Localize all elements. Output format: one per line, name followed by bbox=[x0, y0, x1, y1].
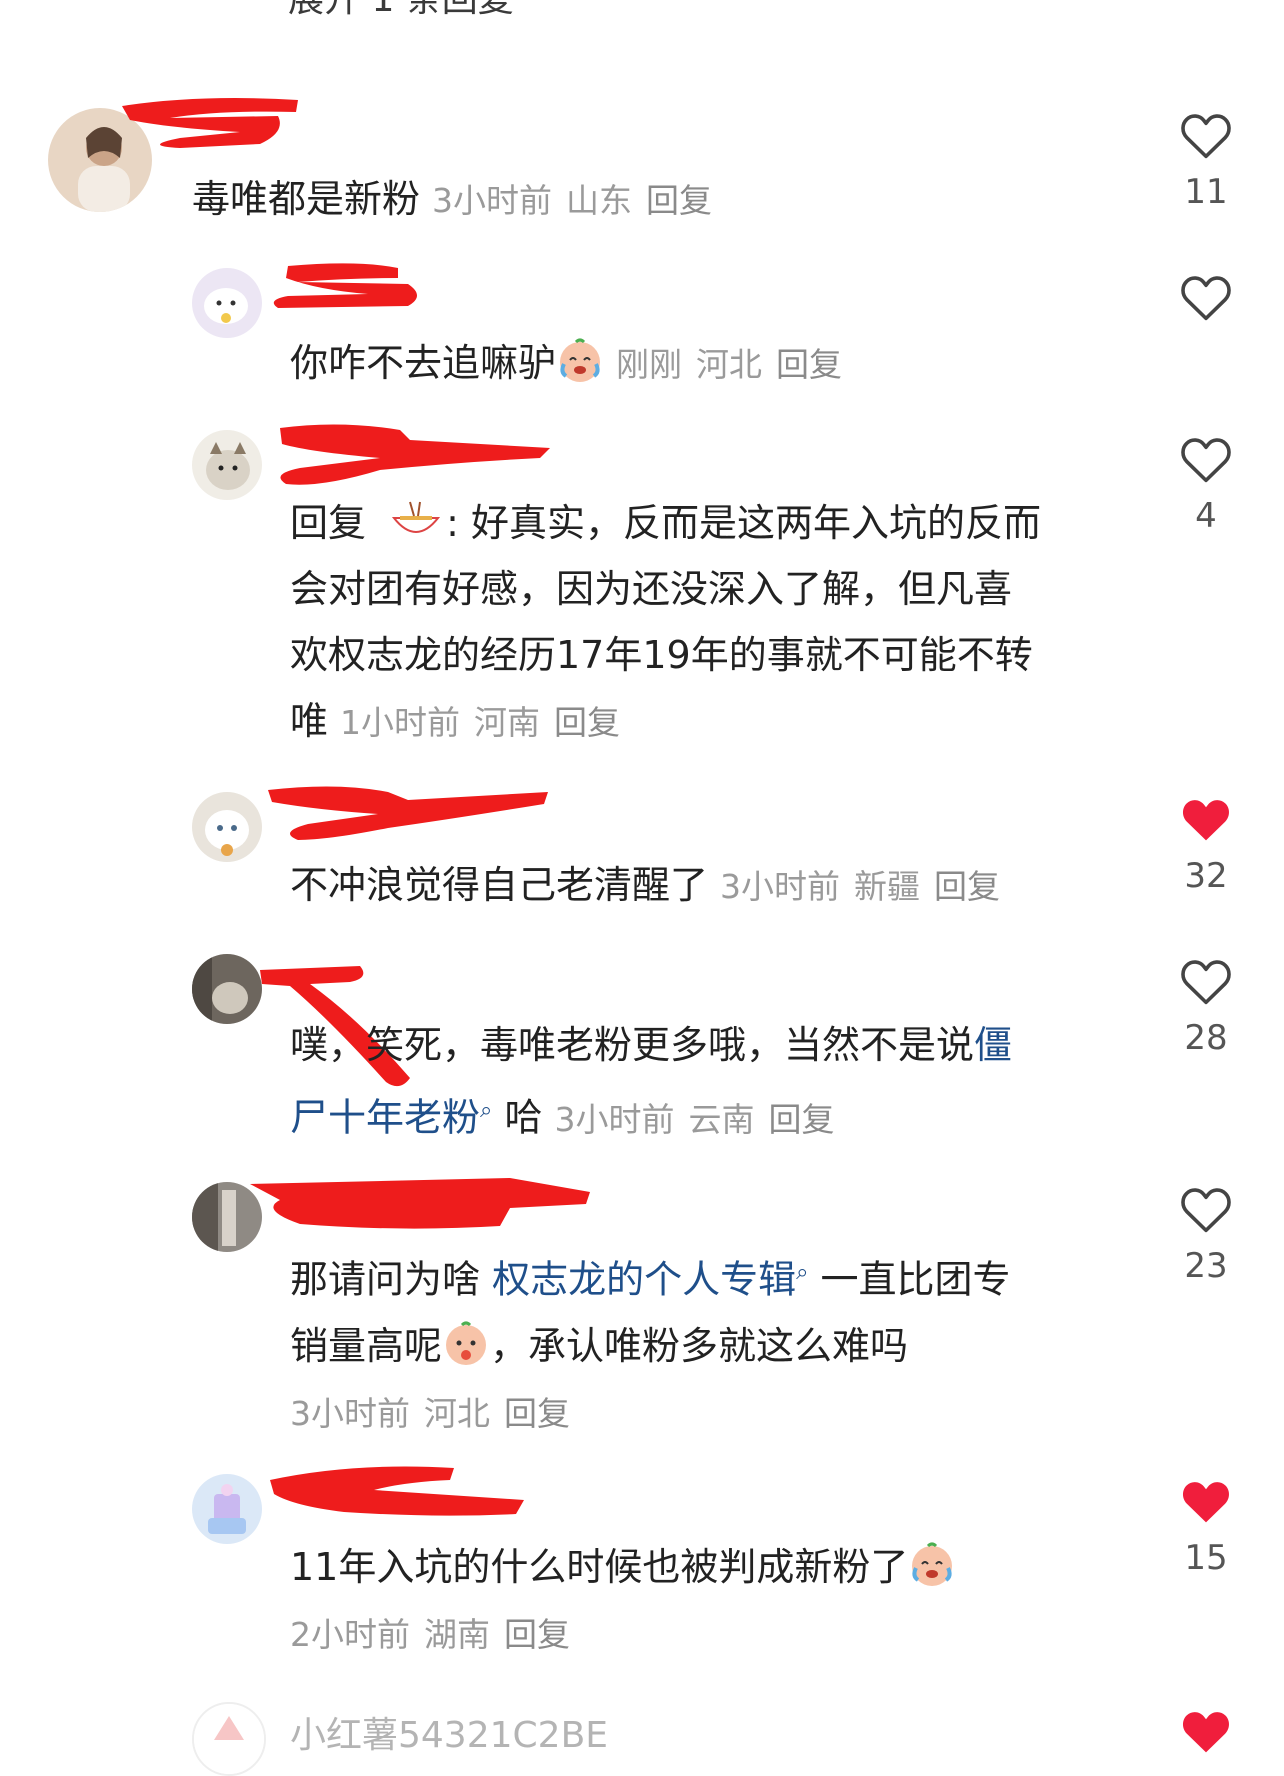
like-count: 4 bbox=[1195, 496, 1217, 536]
heart-filled-icon[interactable] bbox=[1179, 1476, 1233, 1526]
noodle-bowl-icon bbox=[392, 501, 441, 533]
like-control[interactable]: 4 bbox=[1146, 434, 1266, 536]
comment-meta: 1小时前 河南 回复 bbox=[340, 703, 634, 742]
search-link[interactable]: 僵 bbox=[974, 1023, 1012, 1067]
comment-time: 刚刚 bbox=[616, 345, 683, 384]
heart-outline-icon[interactable] bbox=[1179, 110, 1233, 160]
comment-location: 云南 bbox=[688, 1099, 755, 1139]
search-link[interactable]: 权志龙的个人专辑 bbox=[492, 1258, 796, 1302]
comment-body: 不冲浪觉得自己老清醒了 3小时前 新疆 回复 bbox=[290, 852, 1014, 920]
comment-text: 欢权志龙的经历17年19年的事就不可能不转 bbox=[290, 633, 1033, 677]
redaction-mark bbox=[280, 424, 550, 485]
expand-replies-link[interactable]: 展开 1 条回复 bbox=[288, 0, 514, 18]
search-hint-icon[interactable]: ⌕ bbox=[480, 1098, 492, 1123]
comment-text: 11年入坑的什么时候也被判成新粉了 bbox=[290, 1545, 909, 1589]
comment-time: 3小时前 bbox=[554, 1099, 675, 1139]
comment-text: 你咋不去追嘛驴 bbox=[290, 341, 557, 385]
username[interactable]: 小红薯54321C2BE bbox=[290, 1706, 608, 1758]
comment-body: 噗，笑死，毒唯老粉更多哦，当然不是说僵 尸十年老粉⌕ 哈 3小时前 云南 回复 bbox=[290, 1012, 1012, 1153]
comment-text: 唯 bbox=[290, 699, 329, 743]
reply-button[interactable]: 回复 bbox=[554, 703, 620, 742]
avatar[interactable] bbox=[192, 430, 262, 500]
heart-filled-icon[interactable] bbox=[1179, 794, 1233, 844]
comment-meta: 3小时前 云南 回复 bbox=[554, 1100, 848, 1139]
avatar[interactable] bbox=[192, 792, 262, 862]
comment-body: 那请问为啥 权志龙的个人专辑⌕ 一直比团专 销量高呢 ，承认唯粉多就这么难吗 3… bbox=[290, 1240, 1011, 1447]
like-control[interactable]: 15 bbox=[1146, 1476, 1266, 1578]
avatar[interactable] bbox=[192, 954, 262, 1024]
heart-outline-icon[interactable] bbox=[1179, 956, 1233, 1006]
comment-location: 河北 bbox=[696, 345, 763, 384]
comment-text: 那请问为啥 bbox=[290, 1257, 481, 1302]
redaction-mark bbox=[268, 786, 548, 840]
comment-meta: 3小时前 河北 回复 bbox=[290, 1394, 584, 1433]
avatar[interactable] bbox=[192, 268, 262, 338]
heart-outline-icon[interactable] bbox=[1179, 1184, 1233, 1234]
comment-meta: 3小时前 山东 回复 bbox=[432, 181, 726, 220]
like-count: 15 bbox=[1184, 1538, 1228, 1578]
like-control[interactable]: 32 bbox=[1146, 794, 1266, 896]
heart-filled-icon[interactable] bbox=[1179, 1706, 1233, 1756]
reply-button[interactable]: 回复 bbox=[504, 1394, 570, 1433]
comment-time: 3小时前 bbox=[720, 867, 841, 906]
reply-button[interactable]: 回复 bbox=[776, 345, 842, 384]
avatar[interactable] bbox=[48, 108, 152, 212]
comment-time: 2小时前 bbox=[290, 1615, 410, 1654]
like-control[interactable] bbox=[1146, 272, 1266, 326]
comment-location: 新疆 bbox=[854, 867, 921, 906]
comment-text: 销量高呢 bbox=[290, 1323, 443, 1368]
like-control[interactable] bbox=[1146, 1706, 1266, 1760]
like-control[interactable]: 11 bbox=[1146, 110, 1266, 212]
comment-time: 1小时前 bbox=[340, 703, 461, 742]
comment-text: 毒唯都是新粉 bbox=[192, 177, 421, 221]
comment-body: 毒唯都是新粉 3小时前 山东 回复 bbox=[192, 166, 726, 234]
crying-emoji-icon bbox=[560, 338, 601, 382]
comment-text: 哈 bbox=[504, 1095, 543, 1140]
comment-meta: 3小时前 新疆 回复 bbox=[720, 867, 1014, 906]
comment-text: 不冲浪觉得自己老清醒了 bbox=[290, 863, 709, 907]
like-count: 23 bbox=[1184, 1246, 1228, 1286]
comment-meta: 2小时前 湖南 回复 bbox=[290, 1615, 584, 1654]
reply-button[interactable]: 回复 bbox=[768, 1100, 834, 1139]
reply-button[interactable]: 回复 bbox=[646, 181, 712, 220]
crying-emoji-icon bbox=[912, 1542, 953, 1586]
avatar[interactable] bbox=[192, 1474, 262, 1544]
comment-location: 河南 bbox=[474, 703, 541, 742]
search-link[interactable]: 尸十年老粉 bbox=[290, 1096, 480, 1140]
reply-button[interactable]: 回复 bbox=[934, 867, 1000, 906]
comment-body: 你咋不去追嘛驴 刚刚 河北 回复 bbox=[290, 330, 856, 398]
heart-outline-icon[interactable] bbox=[1179, 434, 1233, 484]
comment-time: 3小时前 bbox=[432, 181, 553, 220]
comment-location: 山东 bbox=[566, 181, 633, 220]
comment-text: 噗，笑死，毒唯老粉更多哦，当然不是说 bbox=[290, 1023, 975, 1067]
comment-body: 回复 : 好真实，反而是这两年入坑的反而 会对团有好感，因为还没深入了解，但凡喜… bbox=[290, 490, 1041, 756]
comment-meta: 刚刚 河北 回复 bbox=[616, 345, 856, 384]
like-count: 32 bbox=[1184, 856, 1228, 896]
like-count: 28 bbox=[1184, 1018, 1228, 1058]
avatar[interactable] bbox=[192, 1702, 266, 1776]
comment-text: 会对团有好感，因为还没深入了解，但凡喜 bbox=[290, 567, 1013, 611]
redaction-mark bbox=[270, 1466, 524, 1516]
redaction-mark bbox=[273, 263, 417, 308]
like-control[interactable]: 23 bbox=[1146, 1184, 1266, 1286]
like-count: 11 bbox=[1184, 172, 1228, 212]
comment-location: 河北 bbox=[424, 1393, 490, 1433]
heart-outline-icon[interactable] bbox=[1179, 272, 1233, 322]
reply-prefix: 回复 bbox=[290, 501, 367, 545]
like-control[interactable]: 28 bbox=[1146, 956, 1266, 1058]
thinking-emoji-icon bbox=[446, 1321, 487, 1365]
reply-button[interactable]: 回复 bbox=[504, 1615, 570, 1654]
comment-text: : 好真实，反而是这两年入坑的反而 bbox=[446, 501, 1041, 545]
search-hint-icon[interactable]: ⌕ bbox=[796, 1260, 808, 1285]
comment-location: 湖南 bbox=[424, 1615, 490, 1654]
comment-text: 一直比团专 bbox=[820, 1257, 1011, 1302]
comment-body: 11年入坑的什么时候也被判成新粉了 2小时前 湖南 回复 bbox=[290, 1534, 956, 1668]
redaction-mark bbox=[250, 1178, 590, 1229]
comment-time: 3小时前 bbox=[290, 1393, 410, 1433]
avatar[interactable] bbox=[192, 1182, 262, 1252]
comment-text: ，承认唯粉多就这么难吗 bbox=[490, 1323, 909, 1368]
